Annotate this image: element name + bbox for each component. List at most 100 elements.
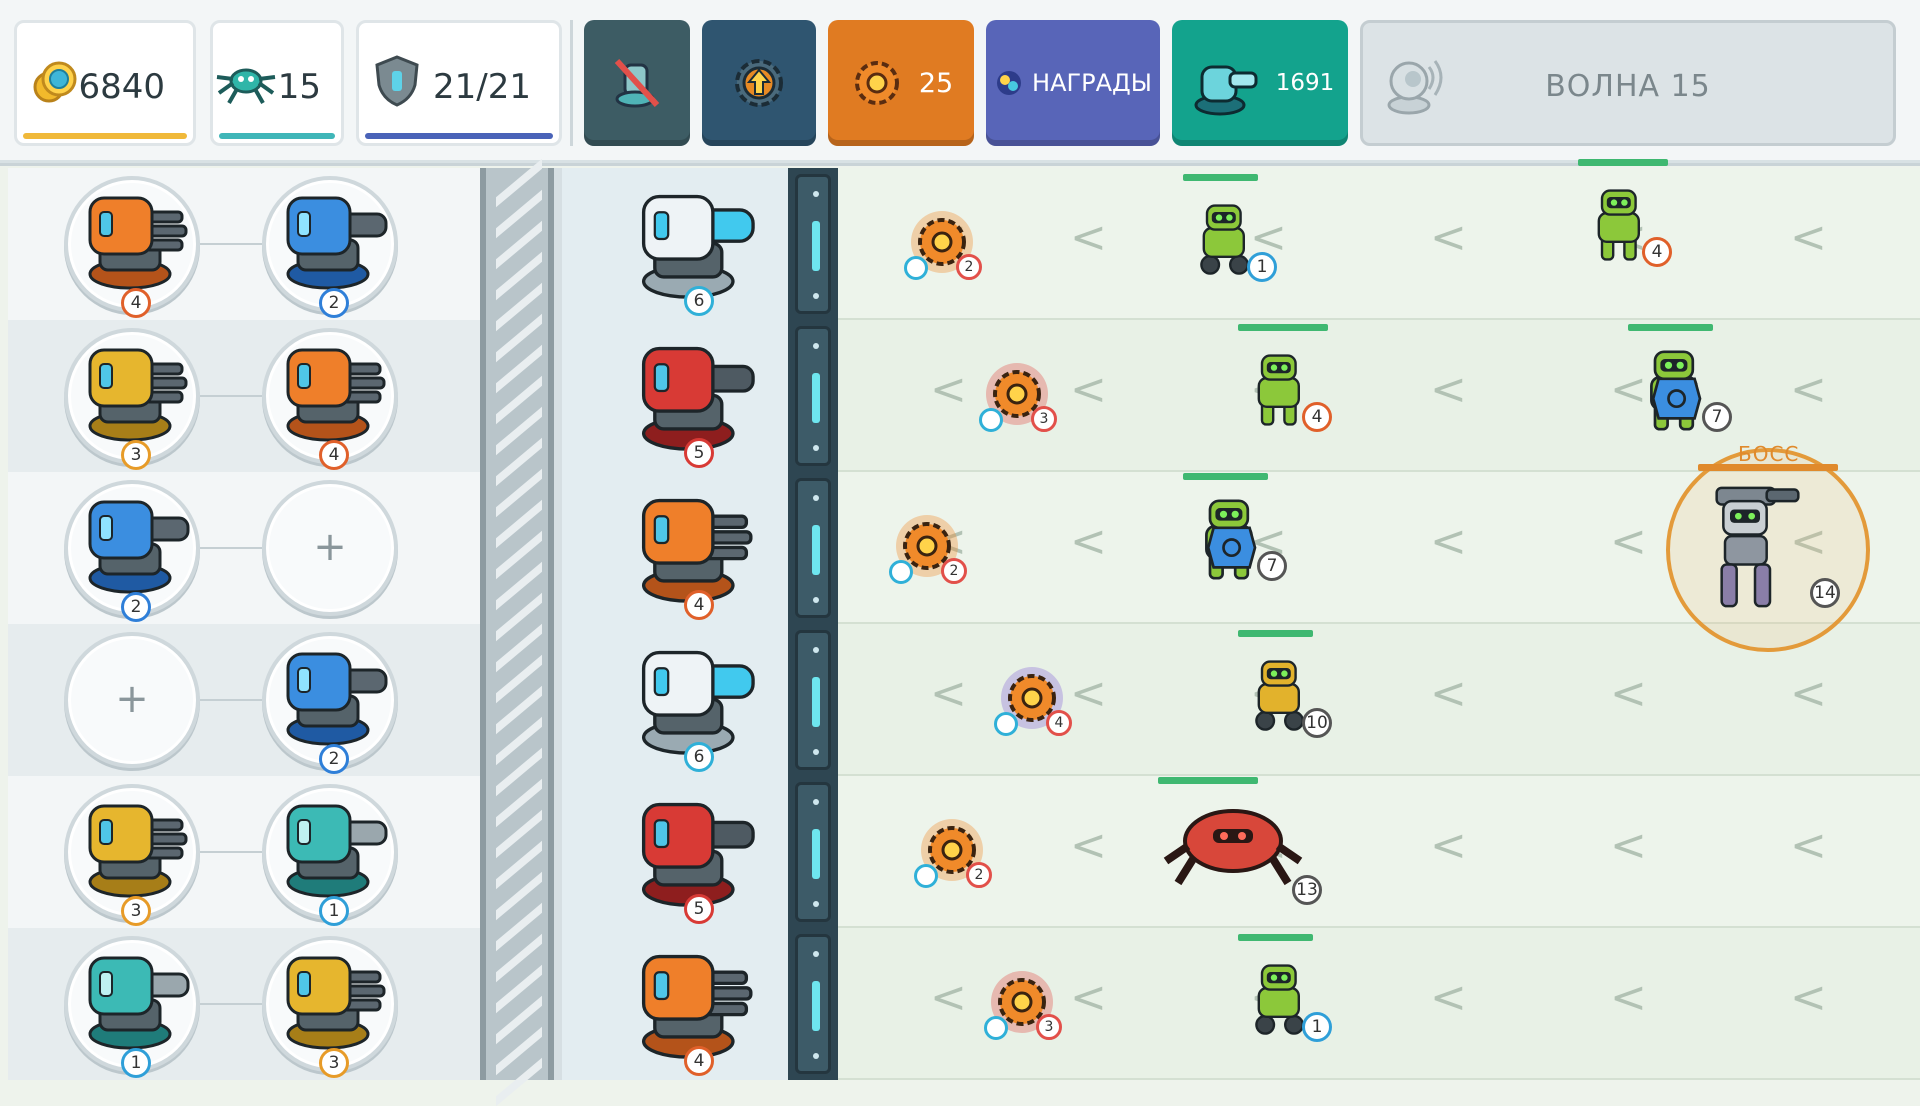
wave-panel[interactable]: ВОЛНА 15 bbox=[1360, 20, 1896, 146]
small-robot-enemy[interactable]: 1 bbox=[1238, 948, 1332, 1044]
inventory-row: + 2 bbox=[8, 624, 480, 776]
defense-wall bbox=[788, 168, 838, 1080]
blue-turret-slot[interactable]: 2 bbox=[262, 176, 398, 318]
level-badge: 4 bbox=[684, 1046, 714, 1076]
yellow-turret-slot[interactable]: 3 bbox=[64, 328, 200, 470]
teal-turret-slot[interactable]: 1 bbox=[64, 936, 200, 1078]
yellow-turret-slot[interactable]: 3 bbox=[64, 784, 200, 926]
coins-panel: 6840 bbox=[14, 20, 196, 146]
lane: <<<<<< 3 1 bbox=[838, 928, 1920, 1080]
rewards-button[interactable]: НАГРАДЫ bbox=[986, 20, 1160, 146]
wall-bolt bbox=[813, 1053, 819, 1059]
white-active-turret[interactable]: 6 bbox=[628, 172, 762, 316]
blue-turret-icon bbox=[274, 632, 394, 752]
level-badge: 5 bbox=[684, 894, 714, 924]
orange-active-turret[interactable]: 4 bbox=[628, 476, 762, 620]
upgrade-points-value: 25 bbox=[918, 67, 954, 99]
yellow-turret-slot[interactable]: 3 bbox=[262, 936, 398, 1078]
upgrade-button[interactable] bbox=[702, 20, 816, 146]
white-active-turret[interactable]: 6 bbox=[628, 628, 762, 772]
mine-gear[interactable]: 2 bbox=[904, 208, 982, 280]
wall-light bbox=[812, 829, 820, 879]
teal-turret-icon bbox=[1194, 65, 1258, 116]
wall-light bbox=[812, 677, 820, 727]
shield-robot-enemy[interactable]: 7 bbox=[1628, 338, 1732, 434]
level-badge: 4 bbox=[121, 288, 151, 318]
level-badge: 7 bbox=[1257, 551, 1287, 581]
enemies-bar bbox=[219, 133, 335, 139]
level-badge: 2 bbox=[966, 862, 992, 888]
enemy-health-bar bbox=[1238, 934, 1313, 941]
blue-turret-slot[interactable]: 2 bbox=[64, 480, 200, 622]
lane-arrow: < bbox=[1430, 212, 1467, 263]
turret-inventory: 4 2 3 4 2 + + 2 3 1 1 3 bbox=[8, 168, 480, 1080]
hud-divider bbox=[570, 20, 573, 146]
enemy-health-bar bbox=[1238, 324, 1328, 331]
level-badge: 2 bbox=[941, 558, 967, 584]
wall-light bbox=[812, 221, 820, 271]
orange-active-turret[interactable]: 4 bbox=[628, 932, 762, 1076]
level-badge: 2 bbox=[319, 744, 349, 774]
wall-bolt bbox=[813, 293, 819, 299]
level-badge: 3 bbox=[121, 440, 151, 470]
level-badge: 4 bbox=[1302, 402, 1332, 432]
empty-slot[interactable]: + bbox=[64, 632, 200, 768]
level-badge: 1 bbox=[1247, 252, 1277, 282]
inventory-row: 3 4 bbox=[8, 320, 480, 472]
mine-indicator bbox=[889, 560, 913, 584]
coin-icon bbox=[33, 61, 77, 103]
red-active-turret[interactable]: 5 bbox=[628, 324, 762, 468]
mine-gear[interactable]: 3 bbox=[984, 968, 1062, 1040]
orange-turret-slot[interactable]: 4 bbox=[262, 328, 398, 470]
wall-segment bbox=[795, 174, 831, 314]
orange-turret-slot[interactable]: 4 bbox=[64, 176, 200, 318]
enemy-health-bar bbox=[1578, 159, 1668, 166]
orange-gear-icon bbox=[854, 61, 899, 105]
mine-gear[interactable]: 2 bbox=[914, 816, 992, 888]
level-badge: 2 bbox=[956, 254, 982, 280]
wall-segment bbox=[795, 326, 831, 466]
level-badge: 4 bbox=[319, 440, 349, 470]
crab-enemy[interactable]: 13 bbox=[1158, 791, 1322, 905]
mine-gear[interactable]: 3 bbox=[979, 360, 1057, 432]
level-badge: 3 bbox=[1036, 1014, 1062, 1040]
wall-bolt bbox=[813, 951, 819, 957]
level-badge: 7 bbox=[1702, 402, 1732, 432]
small-robot-enemy[interactable]: 1 bbox=[1183, 188, 1277, 284]
red-active-turret[interactable]: 5 bbox=[628, 780, 762, 924]
lane: <<<<<< 2 1 4 bbox=[838, 159, 1920, 320]
coins-value: 6840 bbox=[78, 67, 165, 107]
yellow-robot-enemy[interactable]: 10 bbox=[1238, 644, 1332, 740]
wall-segment bbox=[795, 630, 831, 770]
walker-enemy[interactable]: 4 bbox=[1578, 173, 1672, 269]
mine-gear[interactable]: 2 bbox=[889, 512, 967, 584]
rail-gap bbox=[554, 168, 562, 1080]
shield-icon bbox=[375, 55, 419, 107]
upgrade-points-button[interactable]: 25 bbox=[828, 20, 974, 146]
blue-turret-slot[interactable]: 2 bbox=[262, 632, 398, 774]
enemy-health-bar bbox=[1628, 324, 1713, 331]
shield-value: 21/21 bbox=[433, 67, 531, 107]
wall-light bbox=[812, 981, 820, 1031]
lane-arrow: < bbox=[930, 668, 967, 719]
lane-arrow: < bbox=[1430, 972, 1467, 1023]
disabled-turret-button[interactable] bbox=[584, 20, 690, 146]
level-badge: 4 bbox=[684, 590, 714, 620]
wall-bolt bbox=[813, 495, 819, 501]
orange-turret-icon bbox=[76, 176, 196, 296]
empty-slot[interactable]: + bbox=[262, 480, 398, 616]
lane: <<<<<< 4 10 bbox=[838, 624, 1920, 776]
buy-turret-button[interactable]: 1691 bbox=[1172, 20, 1348, 146]
boss-robot[interactable]: 14 bbox=[1700, 462, 1840, 622]
shield-panel: 21/21 bbox=[356, 20, 562, 146]
mine-gear[interactable]: 4 bbox=[994, 664, 1072, 736]
wall-bolt bbox=[813, 343, 819, 349]
teal-turret-slot[interactable]: 1 bbox=[262, 784, 398, 926]
battlefield: <<<<<< 2 1 4<<<<<< 3 4 7<<<<<< bbox=[838, 159, 1920, 1080]
walker-enemy[interactable]: 4 bbox=[1238, 338, 1332, 434]
level-badge: 10 bbox=[1302, 708, 1332, 738]
level-badge: 3 bbox=[1031, 406, 1057, 432]
shield-robot-enemy[interactable]: 7 bbox=[1183, 487, 1287, 583]
lane-arrow: < bbox=[1430, 820, 1467, 871]
wall-light bbox=[812, 525, 820, 575]
